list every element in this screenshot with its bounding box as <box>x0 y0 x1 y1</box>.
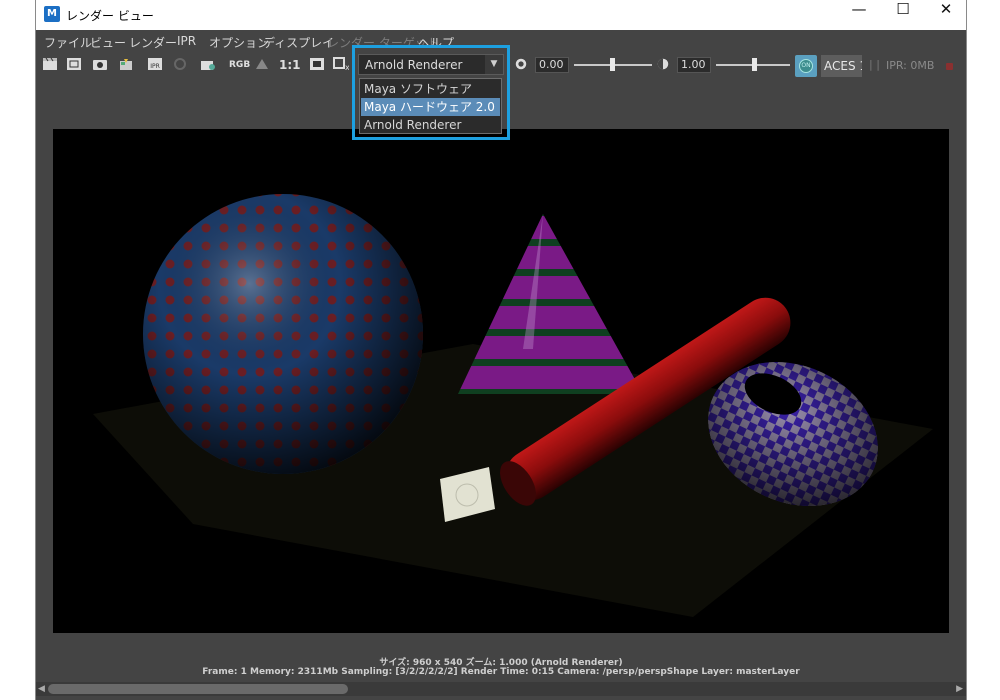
color-management-toggle[interactable]: ON <box>795 55 817 77</box>
snapshot-icon[interactable] <box>92 57 108 71</box>
scrollbar-thumb[interactable] <box>48 684 348 694</box>
minimize-button[interactable]: — <box>839 0 879 30</box>
render-settings-icon[interactable] <box>200 57 216 71</box>
exposure-slider-handle[interactable] <box>610 58 615 71</box>
menu-render[interactable]: レンダー <box>129 34 177 51</box>
refresh-ipr-icon <box>174 58 186 70</box>
horizontal-scrollbar[interactable]: ◀ ▶ <box>36 682 966 696</box>
callout-highlight-box <box>352 45 510 140</box>
exposure-icon[interactable] <box>513 57 529 71</box>
color-management-icon: ON <box>799 59 813 73</box>
svg-text:IPR: IPR <box>150 63 160 70</box>
view-transform-select[interactable]: ACES 1 <box>821 55 862 77</box>
render-viewport[interactable] <box>36 82 966 652</box>
scroll-left-icon[interactable]: ◀ <box>38 684 45 694</box>
render-view-window: M レンダー ビュー — ☐ ✕ ファイル ビュー レンダー IPR オプション… <box>35 0 967 700</box>
ipr-pause-icon[interactable]: | | <box>869 58 880 71</box>
menu-file[interactable]: ファイル <box>44 34 92 51</box>
rendered-scene <box>93 194 933 617</box>
menu-ipr[interactable]: IPR <box>177 34 196 48</box>
maya-app-icon: M <box>44 6 60 22</box>
sphere-shading <box>143 194 423 474</box>
stop-render-icon[interactable] <box>946 63 953 70</box>
gamma-icon[interactable] <box>655 57 671 71</box>
render-region-icon[interactable] <box>66 57 82 71</box>
rendered-image <box>53 129 949 633</box>
remove-image-icon[interactable]: x <box>333 57 349 71</box>
rgb-channel-button[interactable]: RGB <box>229 60 250 70</box>
maximize-button[interactable]: ☐ <box>883 0 923 30</box>
striped-cone <box>458 214 643 394</box>
alpha-channel-icon[interactable] <box>254 57 270 71</box>
svg-text:x: x <box>345 63 349 71</box>
exposure-field[interactable]: 0.00 <box>535 57 569 73</box>
window-title: レンダー ビュー <box>66 9 154 23</box>
real-size-button[interactable]: 1:1 <box>279 58 301 72</box>
ipr-memory-label: IPR: 0MB <box>886 59 935 72</box>
title-bar: M レンダー ビュー — ☐ ✕ <box>36 0 966 30</box>
menu-view[interactable]: ビュー <box>90 34 126 51</box>
gamma-slider-handle[interactable] <box>752 58 757 71</box>
scroll-right-icon[interactable]: ▶ <box>956 684 963 694</box>
menu-options[interactable]: オプション <box>209 34 269 51</box>
render-sequence-icon[interactable] <box>118 57 134 71</box>
ipr-render-icon[interactable]: IPR <box>147 57 163 71</box>
redo-render-icon[interactable] <box>42 57 58 71</box>
keep-image-icon[interactable] <box>309 57 325 71</box>
status-render-info: Frame: 1 Memory: 2311Mb Sampling: [3/2/2… <box>202 667 800 677</box>
menu-display[interactable]: ディスプレイ <box>263 34 334 51</box>
close-button[interactable]: ✕ <box>926 0 966 30</box>
gamma-field[interactable]: 1.00 <box>677 57 711 73</box>
